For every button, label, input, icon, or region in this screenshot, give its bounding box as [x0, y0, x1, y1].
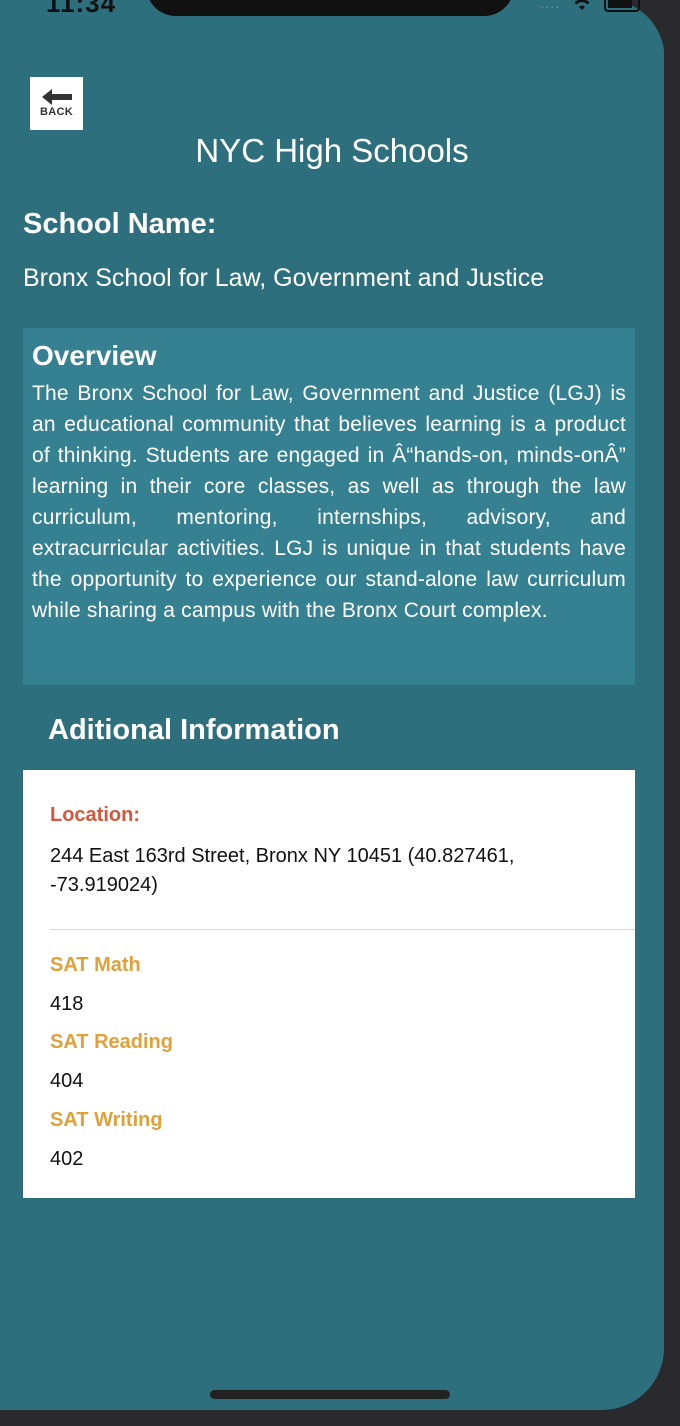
overview-text: The Bronx School for Law, Government and…	[32, 382, 626, 622]
device-notch	[146, 0, 514, 16]
app-screen: 11:34 .... BACK NYC High Schools School …	[0, 0, 664, 1410]
sat-reading-value: 404	[50, 1070, 84, 1092]
battery-icon	[604, 0, 640, 12]
overview-section: Overview The Bronx School for Law, Gover…	[23, 328, 635, 685]
signal-icon: ....	[540, 0, 560, 11]
school-name-label: School Name:	[23, 208, 217, 240]
sat-reading-label: SAT Reading	[50, 1031, 173, 1053]
page-title: NYC High Schools	[195, 132, 469, 169]
sat-writing-value: 402	[50, 1148, 84, 1170]
additional-info-heading: Aditional Information	[48, 714, 340, 746]
back-button[interactable]: BACK	[30, 77, 83, 130]
school-name-value: Bronx School for Law, Government and Jus…	[23, 264, 545, 292]
home-indicator[interactable]	[210, 1390, 450, 1399]
sat-math-label: SAT Math	[50, 954, 141, 976]
location-label: Location:	[50, 804, 140, 826]
divider	[50, 929, 635, 930]
sat-math-value: 418	[50, 993, 84, 1015]
wifi-icon	[572, 0, 592, 10]
arrow-left-icon	[41, 89, 72, 105]
location-value: 244 East 163rd Street, Bronx NY 10451 (4…	[50, 845, 515, 896]
status-time: 11:34	[46, 0, 117, 18]
sat-writing-label: SAT Writing	[50, 1109, 163, 1131]
additional-info-card: Location: 244 East 163rd Street, Bronx N…	[23, 770, 635, 1198]
status-icons: ....	[540, 0, 640, 12]
back-label: BACK	[40, 106, 73, 118]
overview-heading: Overview	[32, 340, 157, 371]
